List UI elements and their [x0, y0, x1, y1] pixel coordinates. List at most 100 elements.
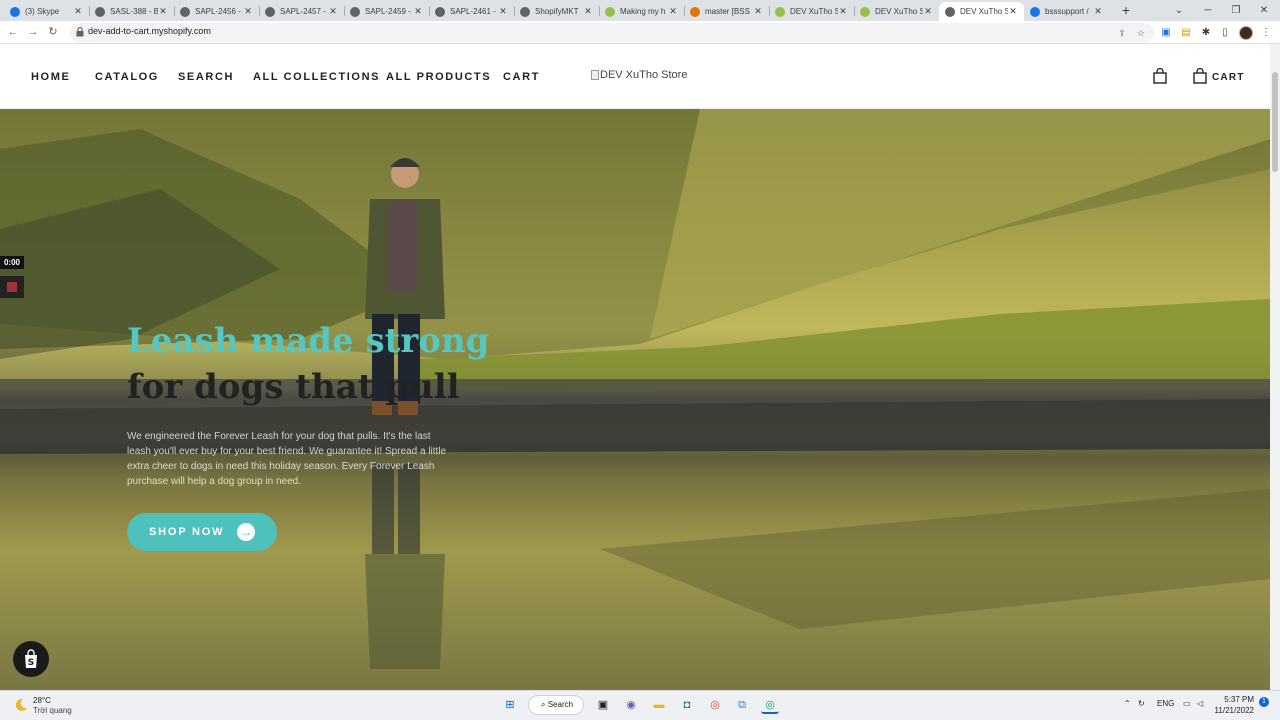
browser-tab[interactable]: master [BSS ✕	[684, 2, 769, 21]
scrollbar-thumb[interactable]	[1272, 72, 1278, 172]
tab-close-icon[interactable]: ✕	[583, 6, 593, 17]
maximize-button[interactable]: ❐	[1222, 0, 1250, 21]
moon-weather-icon[interactable]	[14, 698, 28, 712]
profile-avatar[interactable]	[1239, 26, 1253, 40]
new-tab-button[interactable]: +	[1118, 2, 1134, 18]
tab-close-icon[interactable]: ✕	[413, 6, 423, 17]
shop-now-label: SHOP NOW	[149, 526, 225, 538]
store-logo-alt: DEV XuTho Store	[600, 69, 688, 81]
chrome-icon[interactable]: ◎	[706, 696, 724, 714]
network-sync-icon[interactable]: ↻	[1138, 699, 1145, 708]
browser-tab[interactable]: DEV XuTho S ✕	[854, 2, 939, 21]
hero-description: We engineered the Forever Leash for your…	[127, 431, 447, 487]
nav-cart[interactable]: CART	[503, 71, 540, 83]
tab-close-icon[interactable]: ✕	[243, 6, 253, 17]
store-logo[interactable]: DEV XuTho Store	[591, 69, 687, 81]
weather-temperature[interactable]: 28°C	[33, 696, 51, 705]
tab-close-icon[interactable]: ✕	[1093, 6, 1103, 17]
tab-close-icon[interactable]: ✕	[838, 6, 848, 17]
tab-favicon-icon	[690, 6, 700, 17]
browser-tab[interactable]: SAPL-2459 - ✕	[344, 2, 429, 21]
notification-badge[interactable]: 1	[1259, 697, 1269, 707]
tab-title: SAPL-2459 -	[365, 7, 411, 16]
browser-tab[interactable]: SASL-388 - B ✕	[89, 2, 174, 21]
nav-all-collections[interactable]: ALL COLLECTIONS	[253, 71, 380, 83]
tab-separator	[429, 6, 430, 16]
broken-image-icon	[591, 70, 599, 80]
bookmark-star-icon[interactable]: ☆	[1135, 27, 1147, 39]
tab-close-icon[interactable]: ✕	[923, 6, 933, 17]
tab-favicon-icon	[95, 6, 105, 17]
tab-favicon-icon	[605, 6, 615, 17]
browser-tab[interactable]: (3) Skype ✕	[4, 2, 89, 21]
nav-search[interactable]: SEARCH	[178, 71, 234, 83]
tab-favicon-icon	[10, 6, 20, 17]
browser-menu-icon[interactable]: ⋮	[1260, 27, 1272, 39]
wallet-extension-icon[interactable]: ▤	[1180, 27, 1192, 39]
tab-close-icon[interactable]: ✕	[498, 6, 508, 17]
clock-time[interactable]: 5:37 PM	[1224, 695, 1254, 704]
clock-date[interactable]: 11/21/2022	[1214, 706, 1254, 715]
task-view-icon[interactable]: ▣	[594, 696, 612, 714]
taskbar-search[interactable]: ⌕ Search	[528, 695, 584, 715]
tab-title: SAPL-2456 -	[195, 7, 241, 16]
display-icon[interactable]: ▭	[1183, 699, 1191, 708]
shopify-logo-icon: S	[25, 649, 37, 668]
tab-title: DEV XuTho S	[790, 7, 838, 16]
tab-close-icon[interactable]: ✕	[73, 6, 83, 17]
close-window-button[interactable]: ✕	[1250, 0, 1278, 21]
side-panel-icon[interactable]: ▯	[1219, 27, 1231, 39]
recorder-stop-button[interactable]	[0, 276, 24, 298]
browser-tab[interactable]: ShopifyMKT ✕	[514, 2, 599, 21]
nav-catalog[interactable]: CATALOG	[95, 71, 159, 83]
tab-close-icon[interactable]: ✕	[158, 6, 168, 17]
language-indicator[interactable]: ENG	[1157, 699, 1174, 708]
omnibox[interactable]: dev-add-to-cart.myshopify.com	[70, 23, 1154, 42]
browser-tab[interactable]: SAPL-2461 - ✕	[429, 2, 514, 21]
tray-chevron-icon[interactable]: ⌃	[1124, 699, 1131, 708]
tab-favicon-icon	[265, 6, 275, 17]
shopify-bag-button[interactable]: S	[13, 641, 49, 677]
nav-home[interactable]: HOME	[31, 71, 70, 83]
tab-title: SASL-388 - B	[110, 7, 158, 16]
nav-all-products[interactable]: ALL PRODUCTS	[386, 71, 491, 83]
browser-tab[interactable]: DEV XuTho S ✕	[939, 2, 1024, 21]
minimize-button[interactable]: ─	[1194, 0, 1222, 21]
reload-icon[interactable]: ↻	[46, 25, 60, 39]
browser-tab[interactable]: DEV XuTho S ✕	[769, 2, 854, 21]
browser-tab[interactable]: SAPL-2457 - ✕	[259, 2, 344, 21]
cart-link[interactable]: CART	[1212, 72, 1245, 83]
tab-title: SAPL-2461 -	[450, 7, 496, 16]
back-icon[interactable]: ←	[6, 25, 20, 39]
volume-icon[interactable]: ◁	[1197, 699, 1203, 708]
tab-search-chevron-icon[interactable]: ⌄	[1165, 0, 1193, 21]
cart-bag-icon[interactable]	[1193, 68, 1207, 84]
app-bot-icon[interactable]: ◘	[678, 696, 696, 714]
chrome-active-icon[interactable]: ◎	[761, 696, 779, 714]
vscode-icon[interactable]: ⧉	[733, 696, 751, 714]
shop-now-button[interactable]: SHOP NOW →	[127, 513, 277, 551]
share-icon[interactable]: ⇪	[1116, 27, 1128, 39]
weather-description[interactable]: Trời quang	[33, 706, 72, 715]
tab-close-icon[interactable]: ✕	[328, 6, 338, 17]
tab-close-icon[interactable]: ✕	[1008, 6, 1018, 17]
translate-extension-icon[interactable]: ▣	[1160, 27, 1172, 39]
hero-headline-accent: Leash made strong	[127, 321, 490, 361]
extensions-puzzle-icon[interactable]: ✱	[1200, 27, 1212, 39]
shopping-bag-icon[interactable]	[1153, 68, 1167, 84]
tab-separator	[599, 6, 600, 16]
teams-chat-icon[interactable]: ◉	[622, 696, 640, 714]
start-windows-icon[interactable]: ⊞	[501, 696, 519, 714]
tab-favicon-icon	[435, 6, 445, 17]
tab-title: master [BSS	[705, 7, 750, 16]
url-text[interactable]: dev-add-to-cart.myshopify.com	[88, 26, 211, 36]
browser-tab[interactable]: SAPL-2456 - ✕	[174, 2, 259, 21]
forward-icon[interactable]: →	[26, 25, 40, 39]
file-explorer-icon[interactable]: ▬	[650, 696, 668, 714]
browser-tab[interactable]: Making my h ✕	[599, 2, 684, 21]
tab-close-icon[interactable]: ✕	[668, 6, 678, 17]
browser-tab[interactable]: bsssupport / ✕	[1024, 2, 1109, 21]
tab-close-icon[interactable]: ✕	[753, 6, 763, 17]
tab-separator	[259, 6, 260, 16]
store-header: HOME CATALOG SEARCH ALL COLLECTIONS ALL …	[0, 44, 1270, 109]
